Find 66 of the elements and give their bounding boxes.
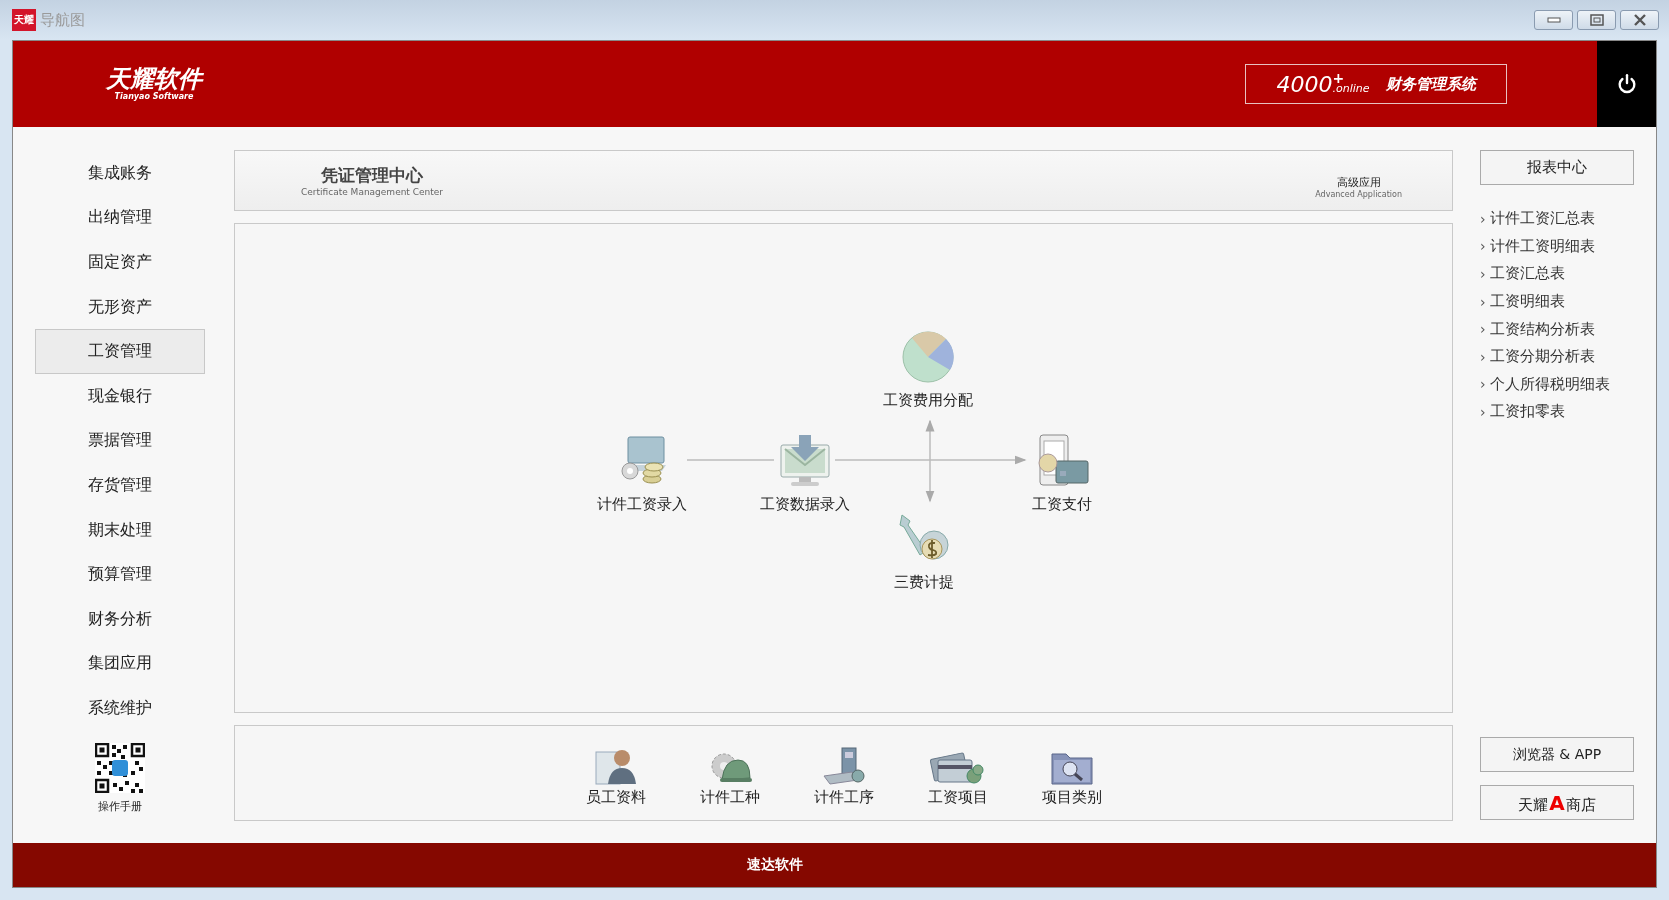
sidebar-item[interactable]: 现金银行 (35, 373, 205, 419)
pie-chart-icon (900, 329, 956, 385)
report-link[interactable]: 工资扣零表 (1489, 402, 1565, 422)
shortcut-label[interactable]: 员工资料 (585, 787, 646, 807)
report-link[interactable]: 工资结构分析表 (1489, 319, 1595, 339)
sidebar-item[interactable]: 集成账务 (35, 151, 205, 196)
sidebar-item[interactable]: 存货管理 (35, 463, 205, 508)
chevron-icon: › (1480, 238, 1486, 255)
footer-text: 速达软件 (746, 856, 803, 874)
computer-tools-icon (821, 745, 866, 786)
report-link[interactable]: 工资明细表 (1489, 292, 1565, 312)
sidebar-item[interactable]: 集团应用 (35, 641, 205, 687)
close-icon (1632, 14, 1647, 26)
shortcut-label[interactable]: 计件工序 (813, 787, 874, 807)
window-title: 导航图 (40, 10, 85, 30)
report-link[interactable]: 工资汇总表 (1489, 264, 1565, 284)
sidebar-item[interactable]: 出纳管理 (35, 195, 205, 241)
section-subtitle: Certificate Management Center (301, 187, 444, 197)
section-title: 凭证管理中心 (321, 164, 424, 187)
store-button[interactable]: 天耀A商店 (1480, 785, 1634, 820)
chevron-icon: › (1480, 266, 1486, 282)
shortcut-label[interactable]: 项目类别 (1041, 787, 1102, 807)
sidebar-item[interactable]: 无形资产 (35, 284, 205, 330)
qr-code-icon (95, 742, 145, 793)
diagram-node-label[interactable]: 工资费用分配 (883, 391, 973, 410)
sidebar-item[interactable]: 系统维护 (35, 686, 205, 731)
sidebar-item[interactable]: 票据管理 (35, 418, 205, 464)
manual-label[interactable]: 操作手册 (98, 798, 142, 814)
advanced-link[interactable]: 高级应用 Advanced Application (1315, 174, 1402, 199)
maximize-icon (1589, 14, 1604, 26)
diagram-node-label[interactable]: 工资数据录入 (760, 495, 850, 514)
chevron-icon: › (1480, 403, 1486, 420)
report-center-button[interactable]: 报表中心 (1480, 150, 1634, 185)
sidebar-item[interactable]: 财务分析 (35, 596, 205, 642)
shortcut-label[interactable]: 计件工种 (699, 787, 760, 807)
plus-mark: + (1332, 73, 1345, 83)
close-button[interactable] (1620, 10, 1659, 30)
minimize-button[interactable] (1534, 10, 1573, 30)
sidebar-item[interactable]: 期末处理 (35, 507, 205, 553)
chevron-icon: › (1480, 376, 1486, 393)
logo-subtitle: Tianyao Software (114, 92, 194, 102)
monitor-icon (777, 433, 833, 489)
product-number: 4000 (1276, 71, 1333, 97)
shortcut-label[interactable]: 工资项目 (927, 787, 988, 807)
diagram-node-label[interactable]: 工资支付 (1032, 495, 1092, 514)
product-name: 财务管理系统 (1385, 74, 1476, 94)
power-button[interactable] (1597, 41, 1656, 127)
logo-text: 天耀软件 (106, 66, 202, 92)
chevron-icon: › (1480, 348, 1486, 365)
sidebar-item[interactable]: 固定资产 (35, 240, 205, 285)
chevron-icon: › (1480, 321, 1486, 338)
online-suffix: .online (1332, 83, 1370, 95)
report-link[interactable]: 个人所得税明细表 (1489, 374, 1610, 394)
sidebar-item[interactable]: 工资管理 (35, 329, 205, 374)
report-link[interactable]: 计件工资明细表 (1489, 236, 1595, 256)
app-icon: 天耀 (12, 9, 36, 31)
diagram-node-label[interactable]: 三费计提 (894, 573, 954, 592)
chevron-icon: › (1480, 293, 1486, 310)
minimize-icon (1546, 16, 1561, 24)
report-link[interactable]: 工资分期分析表 (1489, 347, 1595, 367)
report-link[interactable]: 计件工资汇总表 (1489, 209, 1595, 229)
diagram-node-label[interactable]: 计件工资录入 (597, 495, 687, 514)
browser-app-button[interactable]: 浏览器 & APP (1480, 737, 1634, 772)
maximize-button[interactable] (1577, 10, 1616, 30)
sidebar-item[interactable]: 预算管理 (35, 552, 205, 597)
chevron-icon: › (1480, 210, 1486, 227)
